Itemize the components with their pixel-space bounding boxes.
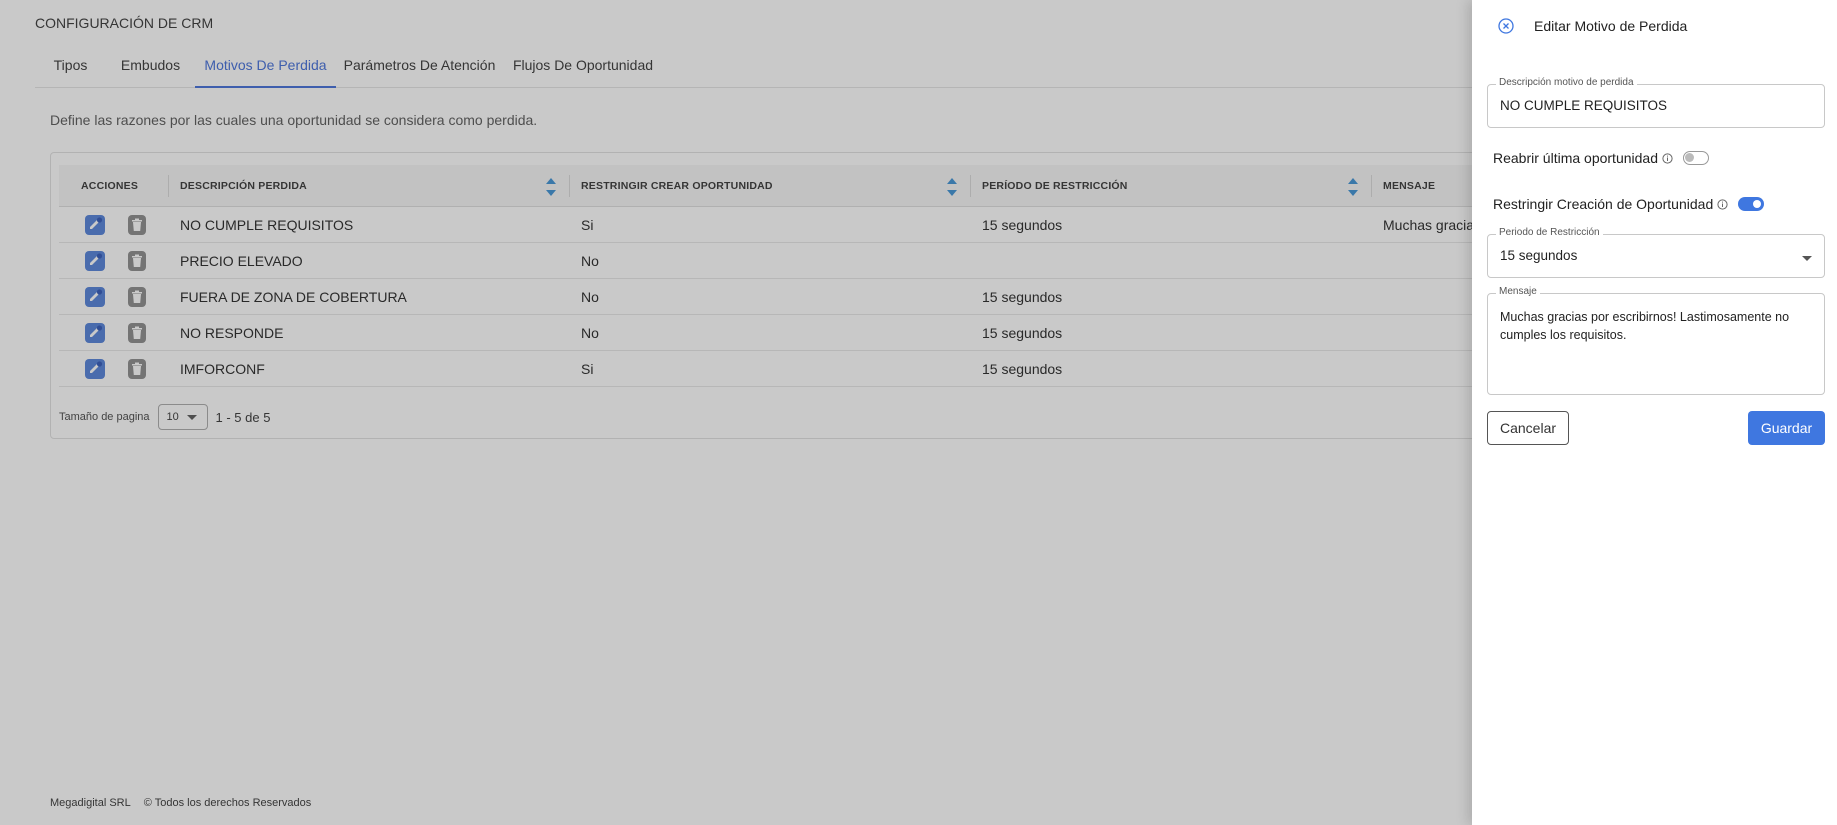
message-textarea-label: Mensaje [1496, 286, 1540, 297]
modal-backdrop[interactable] [0, 0, 1472, 825]
message-textarea-value: Muchas gracias por escribirnos! Lastimos… [1500, 310, 1790, 342]
description-field-value: NO CUMPLE REQUISITOS [1500, 98, 1668, 113]
chevron-down-icon [1802, 256, 1812, 261]
panel-title: Editar Motivo de Perdida [1534, 18, 1688, 34]
period-select-label: Periodo de Restricción [1496, 227, 1603, 238]
message-textarea[interactable]: Mensaje Muchas gracias por escribirnos! … [1487, 286, 1825, 395]
description-field-label: Descripción motivo de perdida [1496, 77, 1637, 88]
period-select-value: 15 segundos [1500, 248, 1578, 263]
info-icon [1662, 152, 1673, 164]
edit-loss-reason-panel: Editar Motivo de Perdida Descripción mot… [1472, 0, 1837, 825]
restrict-toggle-label: Restringir Creación de Oportunidad [1493, 196, 1714, 212]
cancel-button[interactable]: Cancelar [1487, 411, 1569, 445]
restrict-toggle-row: Restringir Creación de Oportunidad [1493, 194, 1765, 214]
reopen-toggle-switch[interactable] [1682, 151, 1709, 165]
save-button[interactable]: Guardar [1748, 411, 1825, 445]
close-icon[interactable] [1498, 18, 1514, 34]
crm-settings-page: CONFIGURACIÓN DE CRM Tipos Embudos Motiv… [0, 0, 1837, 825]
period-select[interactable]: Periodo de Restricción 15 segundos [1487, 227, 1825, 278]
reopen-toggle-row: Reabrir última oportunidad [1493, 148, 1709, 168]
reopen-toggle-label: Reabrir última oportunidad [1493, 150, 1658, 166]
description-field[interactable]: Descripción motivo de perdida NO CUMPLE … [1487, 77, 1825, 128]
info-icon [1717, 198, 1728, 210]
panel-header: Editar Motivo de Perdida [1498, 16, 1687, 36]
restrict-toggle-switch[interactable] [1738, 197, 1765, 211]
